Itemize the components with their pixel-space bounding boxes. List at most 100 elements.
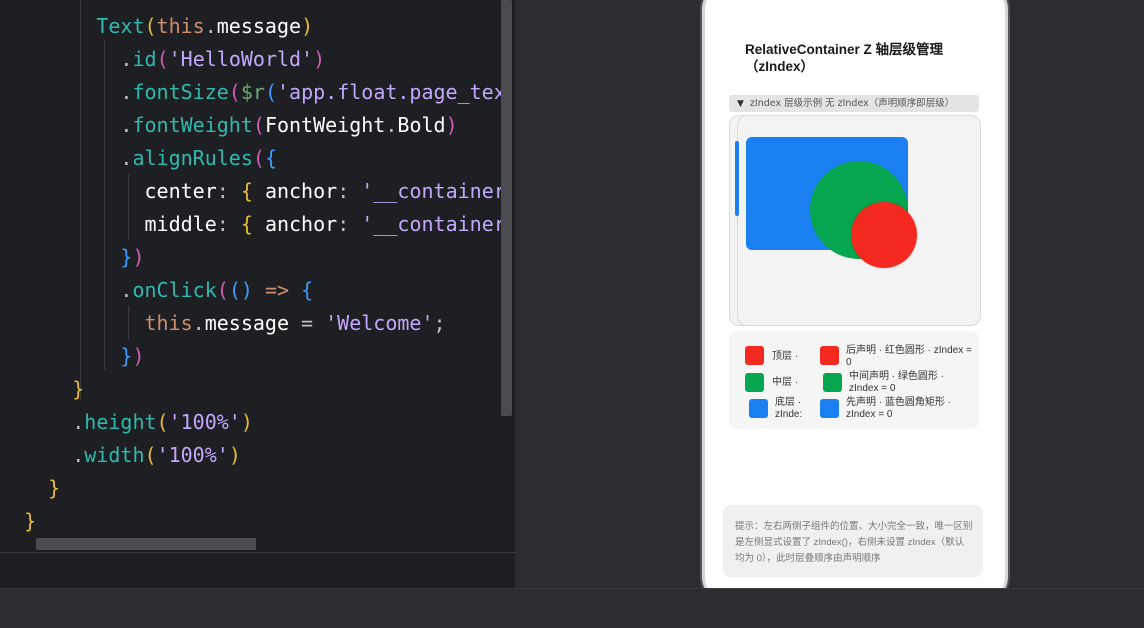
- code-token: }: [72, 377, 85, 401]
- code-token: (: [144, 443, 157, 467]
- code-token: ): [240, 410, 253, 434]
- code-token: :: [337, 212, 362, 236]
- code-line[interactable]: .height('100%'): [0, 406, 253, 439]
- code-line[interactable]: }: [0, 472, 60, 505]
- code-token: ): [301, 14, 314, 38]
- legend-desc: 中间声明 · 绿色圆形 ·: [849, 371, 944, 382]
- legend-swatch-red: [820, 346, 839, 365]
- code-token: ): [445, 113, 458, 137]
- code-token: .: [120, 47, 133, 71]
- code-token: :: [216, 212, 241, 236]
- code-token: (: [264, 80, 277, 104]
- code-token: this: [144, 311, 193, 335]
- collapse-label: zIndex 层级示例 无 zIndex（声明顺序即层级）: [749, 98, 955, 109]
- code-token: }: [24, 509, 37, 533]
- code-token: ): [132, 344, 145, 368]
- code-token: {: [264, 146, 277, 170]
- code-line[interactable]: Text(this.message): [0, 10, 313, 43]
- code-token: alignRules: [132, 146, 253, 170]
- code-token: }: [120, 344, 133, 368]
- collapse-header[interactable]: ▼ zIndex 层级示例 无 zIndex（声明顺序即层级）: [729, 95, 979, 112]
- code-token: }: [48, 476, 61, 500]
- code-line[interactable]: .alignRules({: [0, 142, 277, 175]
- code-token: (): [228, 278, 253, 302]
- code-token: (: [156, 410, 169, 434]
- code-line[interactable]: this.message = 'Welcome';: [0, 307, 446, 340]
- code-token: .: [120, 80, 133, 104]
- code-token: .: [385, 113, 398, 137]
- code-token: center: [144, 179, 217, 203]
- code-token: (: [252, 113, 265, 137]
- code-editor[interactable]: Text(this.message) .id('HelloWorld') .fo…: [0, 0, 515, 552]
- code-line[interactable]: middle: { anchor: '__container: [0, 208, 506, 241]
- code-token: Bold: [397, 113, 446, 137]
- code-token: (: [156, 47, 169, 71]
- code-token: 'app.float.page_tex: [276, 80, 506, 104]
- code-line[interactable]: .fontWeight(FontWeight.Bold): [0, 109, 458, 142]
- code-token: ): [313, 47, 326, 71]
- code-token: {: [240, 212, 265, 236]
- code-token: {: [301, 278, 314, 302]
- page-title: RelativeContainer Z 轴层级管理（zIndex）: [745, 42, 944, 74]
- code-token: .: [72, 410, 85, 434]
- vertical-scrollbar[interactable]: [501, 0, 512, 416]
- code-token: :: [337, 179, 362, 203]
- code-token: .: [204, 14, 217, 38]
- code-line[interactable]: center: { anchor: '__container: [0, 175, 506, 208]
- code-token: (: [252, 146, 265, 170]
- code-token: 'Welcome': [325, 311, 434, 335]
- code-token: .: [120, 146, 133, 170]
- red-circle: [851, 202, 917, 268]
- legend-label: 中层 ·: [772, 377, 799, 388]
- code-token: onClick: [132, 278, 217, 302]
- code-token: ): [132, 245, 145, 269]
- legend-label: 底层 ·: [775, 397, 802, 408]
- code-token: .: [120, 113, 133, 137]
- legend-swatch-green: [745, 373, 764, 392]
- code-token: id: [132, 47, 157, 71]
- code-token: '100%': [168, 410, 241, 434]
- code-token: =: [289, 311, 326, 335]
- code-token: middle: [144, 212, 217, 236]
- code-token: (: [228, 80, 241, 104]
- code-token: (: [216, 278, 229, 302]
- legend-swatch-green: [823, 373, 842, 392]
- code-token: message: [216, 14, 302, 38]
- legend-swatch-blue: [820, 399, 839, 418]
- code-token: :: [216, 179, 241, 203]
- code-token: Text: [96, 14, 145, 38]
- code-token: $r: [240, 80, 265, 104]
- code-line[interactable]: .id('HelloWorld'): [0, 43, 325, 76]
- code-token: {: [240, 179, 265, 203]
- legend: 顶层 · 后声明 · 红色圆形 · zIndex = 0 中层 · 中间声明 ·…: [729, 331, 979, 429]
- code-token: this: [156, 14, 205, 38]
- code-token: .: [120, 278, 133, 302]
- legend-swatch-red: [745, 346, 764, 365]
- code-line[interactable]: }): [0, 340, 145, 373]
- legend-desc: zIndex = 0: [846, 409, 893, 420]
- code-token: message: [204, 311, 290, 335]
- code-line[interactable]: .width('100%'): [0, 439, 241, 472]
- code-line[interactable]: }): [0, 241, 145, 274]
- code-line[interactable]: .onClick(() => {: [0, 274, 313, 307]
- status-bar: [0, 588, 1144, 628]
- code-line[interactable]: .fontSize($r('app.float.page_tex: [0, 76, 506, 109]
- code-token: .: [192, 311, 205, 335]
- code-token: (: [144, 14, 157, 38]
- device-preview: RelativeContainer Z 轴层级管理（zIndex） ▼ zInde…: [702, 0, 1008, 606]
- legend-desc: 0: [846, 357, 852, 368]
- code-token: fontSize: [132, 80, 229, 104]
- code-line[interactable]: }: [0, 505, 36, 538]
- code-token: ;: [433, 311, 446, 335]
- code-token: width: [84, 443, 145, 467]
- code-token: =>: [252, 278, 302, 302]
- code-line[interactable]: }: [0, 373, 84, 406]
- code-token: .: [72, 443, 85, 467]
- code-token: '__container: [361, 212, 506, 236]
- code-token: }: [120, 245, 133, 269]
- horizontal-scrollbar[interactable]: [36, 538, 256, 550]
- legend-desc: 先声明 · 蓝色圆角矩形 ·: [846, 397, 951, 408]
- hint-text: 提示：左右两侧子组件的位置、大小完全一致，唯一区别是左侧显式设置了 zIndex…: [735, 521, 973, 564]
- code-token: height: [84, 410, 157, 434]
- collapse-arrow-icon: ▼: [737, 99, 744, 109]
